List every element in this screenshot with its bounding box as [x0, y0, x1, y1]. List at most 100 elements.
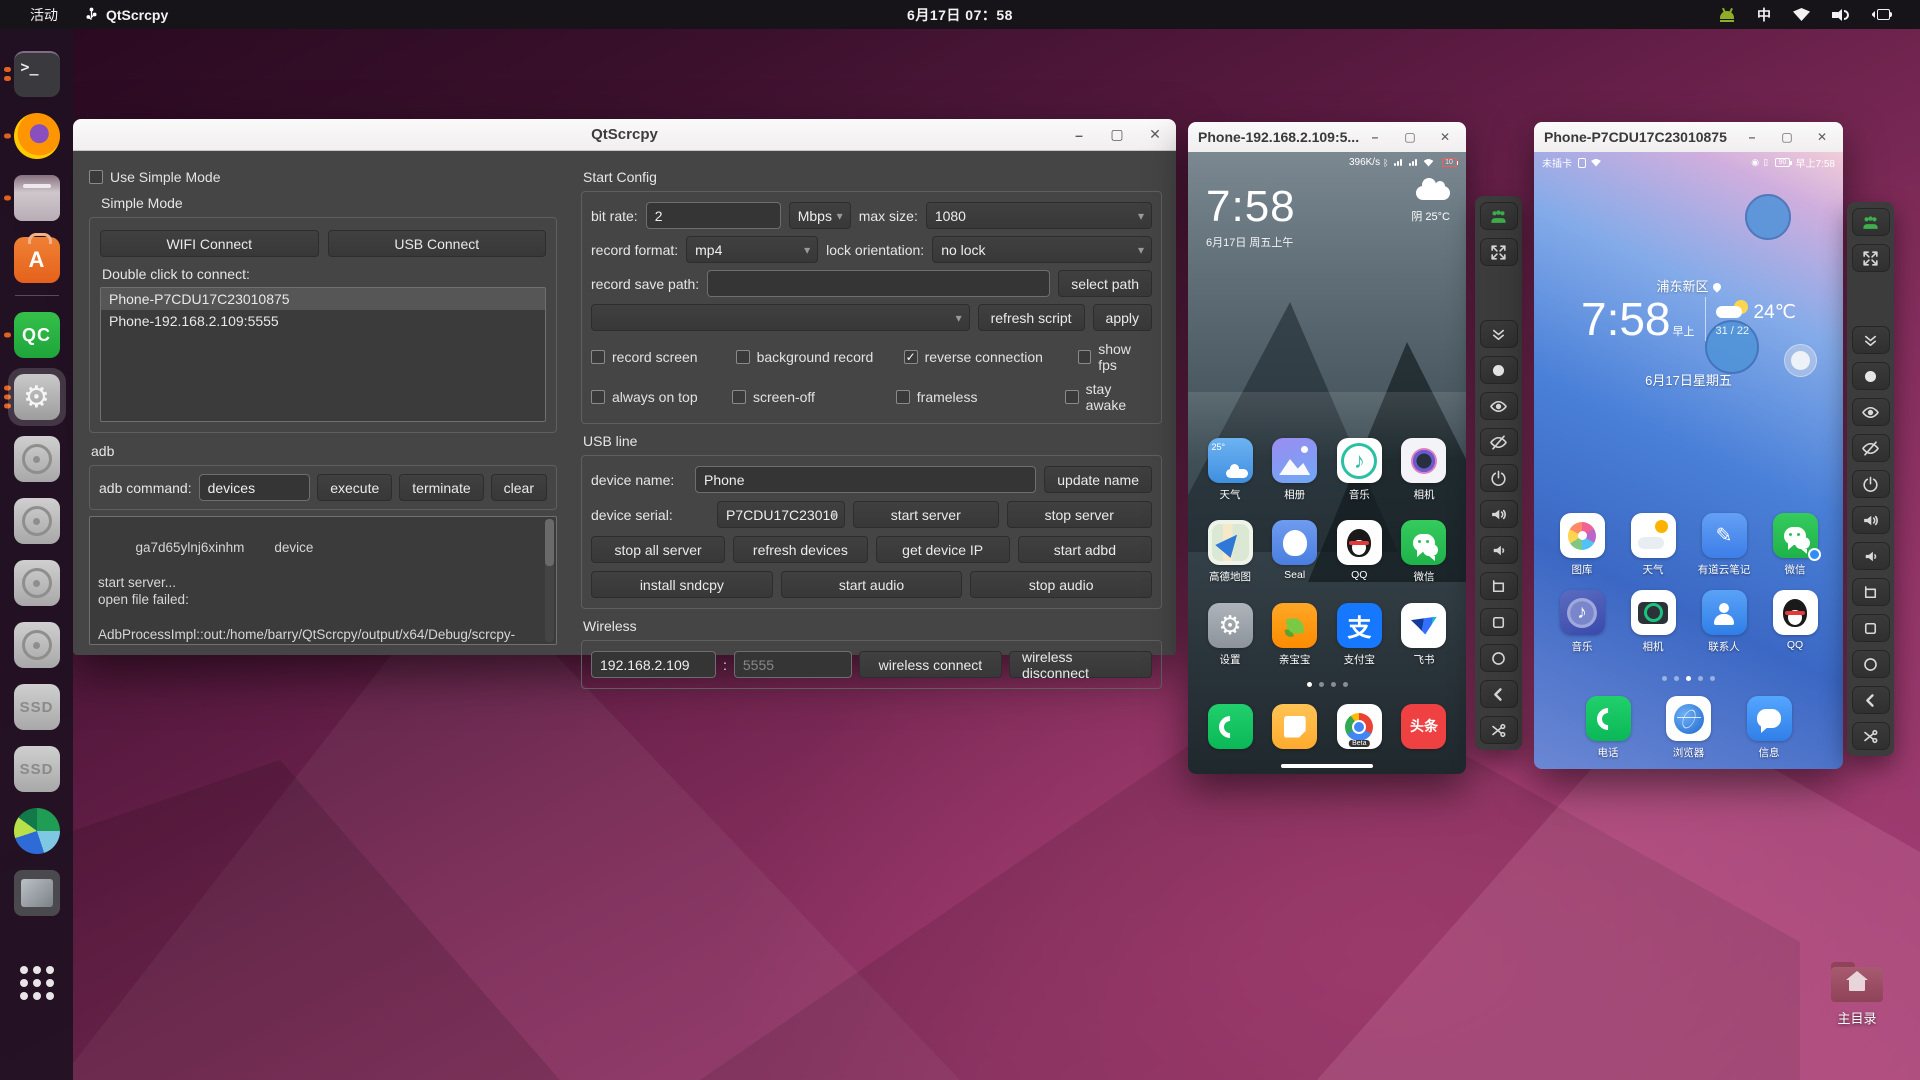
usb-connect-button[interactable]: USB Connect: [327, 230, 546, 257]
screenshot-button[interactable]: [1851, 722, 1890, 750]
dock-app-phone[interactable]: [1202, 704, 1258, 749]
dock-item-drive-1[interactable]: [0, 428, 73, 490]
group-control-button[interactable]: [1479, 202, 1518, 230]
app-switch-button[interactable]: [1851, 578, 1890, 606]
wifi-connect-button[interactable]: WIFI Connect: [100, 230, 319, 257]
power-button[interactable]: [1479, 464, 1518, 492]
back-button[interactable]: [1851, 686, 1890, 714]
app-qinbaobao[interactable]: 亲宝宝: [1267, 603, 1323, 667]
device-serial-dropdown[interactable]: P7CDU17C23010: [717, 501, 845, 528]
screen-on-button[interactable]: [1851, 398, 1890, 426]
app-seal[interactable]: Seal: [1267, 520, 1323, 584]
home-button[interactable]: [1479, 644, 1518, 672]
wireless-port-input[interactable]: [733, 651, 852, 678]
dock-app-browser[interactable]: 浏览器: [1661, 696, 1717, 760]
app-youdao-note[interactable]: ✎ 有道云笔记: [1696, 513, 1752, 577]
volume-icon[interactable]: [1832, 8, 1850, 22]
minimize-icon[interactable]: –: [1741, 126, 1763, 148]
record-save-path-input[interactable]: [707, 270, 1051, 297]
volume-down-button[interactable]: [1851, 542, 1890, 570]
bit-rate-unit-dropdown[interactable]: Mbps: [788, 202, 851, 229]
wifi-icon[interactable]: [1793, 8, 1810, 21]
close-icon[interactable]: ✕: [1434, 126, 1456, 148]
dock-item-tablet[interactable]: [0, 862, 73, 924]
dock-app-toutiao[interactable]: 头条: [1396, 704, 1452, 749]
app-qq[interactable]: QQ: [1331, 520, 1387, 584]
maximize-icon[interactable]: ▢: [1106, 124, 1128, 146]
app-switch-button[interactable]: [1479, 572, 1518, 600]
dock-item-drive-2[interactable]: [0, 490, 73, 552]
stop-server-button[interactable]: stop server: [1006, 501, 1152, 528]
show-fps-checkbox[interactable]: show fps: [1077, 341, 1152, 373]
fullscreen-button[interactable]: [1851, 244, 1890, 272]
dock-item-ssd-1[interactable]: SSD: [0, 676, 73, 738]
dock-app-phone[interactable]: 电话: [1580, 696, 1636, 760]
android-tray-icon[interactable]: [1719, 7, 1735, 22]
use-simple-mode-checkbox[interactable]: Use Simple Mode: [89, 169, 557, 185]
assistive-ball[interactable]: [1784, 344, 1817, 377]
dock-item-files[interactable]: [0, 167, 73, 229]
dock-item-drive-4[interactable]: [0, 614, 73, 676]
start-adbd-button[interactable]: start adbd: [1017, 536, 1152, 563]
device-list-item[interactable]: Phone-192.168.2.109:5555: [101, 310, 545, 332]
phone1-screen[interactable]: 396K/s ᛒ 10 7:58 6月17日 周五上午 阴 25°C 25° 天气…: [1188, 152, 1466, 774]
dock-item-firefox[interactable]: [0, 105, 73, 167]
expand-notification-button[interactable]: [1851, 326, 1890, 354]
phone2-screen[interactable]: 未插卡 ◉ ▯ 90 早上7:58 浦东新区 7:58 早上 24℃ 31 / 2…: [1534, 152, 1843, 769]
dock-app-messages[interactable]: 信息: [1741, 696, 1797, 760]
record-screen-checkbox[interactable]: record screen: [591, 349, 736, 365]
screen-off-button[interactable]: [1851, 434, 1890, 462]
frameless-checkbox[interactable]: frameless: [895, 389, 1066, 405]
apply-button[interactable]: apply: [1092, 304, 1152, 331]
scrollbar[interactable]: [545, 519, 554, 642]
close-icon[interactable]: ✕: [1144, 124, 1166, 146]
maximize-icon[interactable]: ▢: [1776, 126, 1798, 148]
app-camera[interactable]: 相机: [1396, 438, 1452, 502]
refresh-devices-button[interactable]: refresh devices: [733, 536, 868, 563]
refresh-script-button[interactable]: refresh script: [977, 304, 1085, 331]
touch-button[interactable]: [1479, 356, 1518, 384]
app-feishu[interactable]: 飞书: [1396, 603, 1452, 667]
home-button[interactable]: [1851, 650, 1890, 678]
app-weather[interactable]: 25° 天气: [1202, 438, 1258, 502]
qtscrcpy-titlebar[interactable]: QtScrcpy – ▢ ✕: [73, 119, 1176, 151]
menu-button[interactable]: [1479, 608, 1518, 636]
dock-item-drive-3[interactable]: [0, 552, 73, 614]
stop-audio-button[interactable]: stop audio: [970, 571, 1153, 598]
app-qq[interactable]: QQ: [1767, 590, 1823, 654]
script-dropdown[interactable]: [591, 304, 970, 331]
clock-menu[interactable]: 6月17日 07：58: [0, 5, 1920, 25]
menu-button[interactable]: [1851, 614, 1890, 642]
clear-button[interactable]: clear: [490, 474, 547, 501]
adb-command-input[interactable]: [198, 474, 311, 501]
volume-up-button[interactable]: [1479, 500, 1518, 528]
app-alipay[interactable]: 支支付宝: [1331, 603, 1387, 667]
app-contacts[interactable]: 联系人: [1696, 590, 1752, 654]
app-gallery[interactable]: 图库: [1554, 513, 1610, 577]
touch-button[interactable]: [1851, 362, 1890, 390]
dock-item-qtscrcpy[interactable]: QC: [0, 304, 73, 366]
back-button[interactable]: [1479, 680, 1518, 708]
start-server-button[interactable]: start server: [853, 501, 999, 528]
reverse-connection-checkbox[interactable]: ✓ reverse connection: [903, 349, 1078, 365]
dock-app-notes[interactable]: [1267, 704, 1323, 749]
execute-button[interactable]: execute: [317, 474, 393, 501]
dock-item-ssd-2[interactable]: SSD: [0, 738, 73, 800]
fullscreen-button[interactable]: [1479, 238, 1518, 266]
home-indicator[interactable]: [1281, 764, 1373, 768]
record-format-dropdown[interactable]: mp4: [686, 236, 819, 263]
app-weather[interactable]: 天气: [1625, 513, 1681, 577]
app-settings[interactable]: ⚙ 设置: [1202, 603, 1258, 667]
dock-app-chrome[interactable]: Beta: [1331, 704, 1387, 749]
screen-off-button[interactable]: [1479, 428, 1518, 456]
app-wechat[interactable]: 微信: [1767, 513, 1823, 577]
device-list[interactable]: Phone-P7CDU17C23010875 Phone-192.168.2.1…: [100, 287, 546, 422]
home-folder-shortcut[interactable]: 主目录: [1822, 962, 1892, 1027]
device-list-item[interactable]: Phone-P7CDU17C23010875: [101, 288, 545, 310]
volume-up-button[interactable]: [1851, 506, 1890, 534]
adb-log-output[interactable]: ga7d65ylnj6xinhm device start server... …: [89, 516, 557, 645]
phone1-titlebar[interactable]: Phone-192.168.2.109:5... – ▢ ✕: [1188, 122, 1466, 152]
lock-orientation-dropdown[interactable]: no lock: [932, 236, 1152, 263]
close-icon[interactable]: ✕: [1811, 126, 1833, 148]
select-path-button[interactable]: select path: [1058, 270, 1152, 297]
